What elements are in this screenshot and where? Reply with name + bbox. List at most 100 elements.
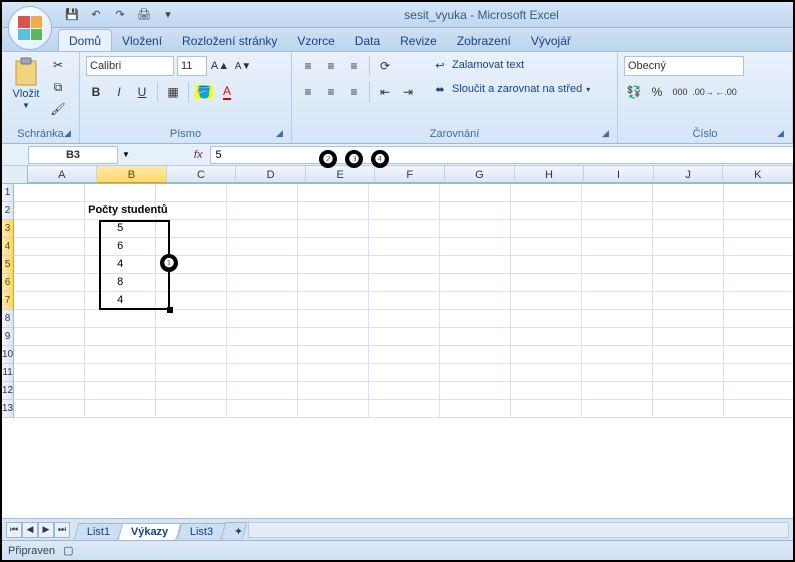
cell[interactable] <box>653 256 724 274</box>
cell[interactable]: 5 <box>85 220 156 238</box>
cell[interactable] <box>653 238 724 256</box>
cell[interactable] <box>369 238 440 256</box>
colhead-h[interactable]: H <box>515 166 585 183</box>
cell[interactable] <box>724 400 793 418</box>
border-icon[interactable]: ▦ <box>163 82 183 102</box>
fx-icon[interactable]: fx <box>194 149 203 161</box>
cell[interactable] <box>298 310 369 328</box>
cell[interactable] <box>227 346 298 364</box>
cell[interactable] <box>511 382 582 400</box>
fill-color-icon[interactable]: 🪣 <box>194 82 214 102</box>
cell[interactable] <box>227 310 298 328</box>
orientation-icon[interactable]: ⟳ <box>375 56 395 76</box>
undo-icon[interactable]: ↶ <box>88 7 104 23</box>
cell[interactable] <box>85 346 156 364</box>
colhead-k[interactable]: K <box>723 166 793 183</box>
cell[interactable] <box>227 292 298 310</box>
font-name-select[interactable] <box>86 56 174 76</box>
cell[interactable] <box>724 202 793 220</box>
cell[interactable] <box>14 238 85 256</box>
cell[interactable] <box>85 184 156 202</box>
cell[interactable] <box>369 310 440 328</box>
decrease-decimal-icon[interactable]: ←.00 <box>716 82 736 102</box>
sheet-tab-list3[interactable]: List3 <box>176 523 226 540</box>
cell[interactable] <box>511 400 582 418</box>
cell[interactable] <box>227 364 298 382</box>
cell[interactable] <box>227 328 298 346</box>
cell[interactable] <box>653 274 724 292</box>
sheet-nav-last-icon[interactable]: ⏭ <box>54 522 70 538</box>
rowhead-5[interactable]: 5 <box>2 256 14 274</box>
cell[interactable] <box>298 256 369 274</box>
italic-button[interactable]: I <box>109 82 129 102</box>
copy-icon[interactable]: ⧉ <box>48 77 68 97</box>
cell[interactable] <box>724 274 793 292</box>
cell[interactable] <box>440 256 511 274</box>
cell[interactable] <box>582 292 653 310</box>
cell[interactable] <box>298 364 369 382</box>
cell[interactable] <box>227 184 298 202</box>
align-right-icon[interactable]: ≡ <box>344 82 364 102</box>
cell[interactable] <box>511 184 582 202</box>
cell[interactable] <box>511 256 582 274</box>
cell[interactable] <box>298 202 369 220</box>
cell[interactable] <box>653 184 724 202</box>
cell[interactable] <box>653 346 724 364</box>
cell[interactable] <box>369 202 440 220</box>
tab-developer[interactable]: Vývojář <box>521 30 581 51</box>
font-size-select[interactable] <box>177 56 207 76</box>
merge-center-button[interactable]: ⬌ Sloučit a zarovnat na střed ▾ <box>428 79 594 99</box>
tab-formulas[interactable]: Vzorce <box>287 30 344 51</box>
cell[interactable] <box>511 328 582 346</box>
cell[interactable] <box>369 364 440 382</box>
cell[interactable] <box>724 310 793 328</box>
cell[interactable] <box>298 382 369 400</box>
cell[interactable] <box>511 238 582 256</box>
cell[interactable] <box>298 292 369 310</box>
cell[interactable] <box>653 400 724 418</box>
cell[interactable] <box>14 256 85 274</box>
cell[interactable] <box>14 382 85 400</box>
cell[interactable] <box>724 328 793 346</box>
cell[interactable]: Počty studentů <box>85 202 156 220</box>
cell[interactable] <box>85 328 156 346</box>
cell[interactable] <box>227 274 298 292</box>
cell[interactable] <box>227 202 298 220</box>
wrap-text-button[interactable]: ↩ Zalamovat text <box>428 55 594 75</box>
cell[interactable] <box>511 310 582 328</box>
sheet-nav-next-icon[interactable]: ▶ <box>38 522 54 538</box>
sheet-tab-vykazy[interactable]: Výkazy <box>118 523 182 540</box>
cell[interactable] <box>440 382 511 400</box>
sheet-nav-first-icon[interactable]: ⏮ <box>6 522 22 538</box>
colhead-g[interactable]: G <box>445 166 515 183</box>
cell[interactable] <box>440 310 511 328</box>
decrease-indent-icon[interactable]: ⇤ <box>375 82 395 102</box>
paste-button[interactable]: Vložit ▼ <box>8 55 44 112</box>
cell[interactable] <box>369 346 440 364</box>
cell[interactable] <box>369 256 440 274</box>
cell[interactable] <box>511 202 582 220</box>
cell[interactable] <box>369 274 440 292</box>
cells-area[interactable]: Počty studentů56484 <box>14 184 793 418</box>
cell[interactable] <box>85 310 156 328</box>
cell[interactable] <box>369 220 440 238</box>
cell[interactable] <box>582 328 653 346</box>
redo-icon[interactable]: ↷ <box>112 7 128 23</box>
cell[interactable] <box>440 202 511 220</box>
cell[interactable] <box>298 184 369 202</box>
cell[interactable] <box>14 400 85 418</box>
colhead-e[interactable]: E <box>306 166 376 183</box>
cell[interactable]: 4 <box>85 256 156 274</box>
clipboard-launcher-icon[interactable]: ◢ <box>64 128 76 140</box>
align-left-icon[interactable]: ≡ <box>298 82 318 102</box>
tab-layout[interactable]: Rozložení stránky <box>172 30 287 51</box>
cell[interactable] <box>156 400 227 418</box>
cell[interactable] <box>582 400 653 418</box>
cell[interactable] <box>653 382 724 400</box>
rowhead-12[interactable]: 12 <box>2 382 14 400</box>
currency-icon[interactable]: 💱 <box>624 82 644 102</box>
cell[interactable] <box>511 364 582 382</box>
cell[interactable] <box>440 220 511 238</box>
cell[interactable] <box>582 202 653 220</box>
cell[interactable] <box>227 220 298 238</box>
